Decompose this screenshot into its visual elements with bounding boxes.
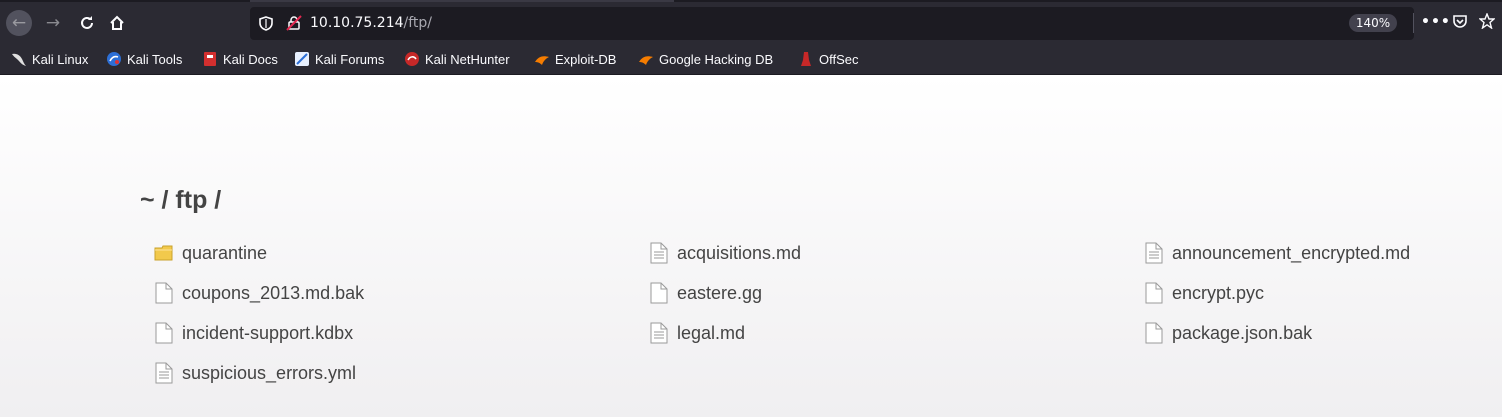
bookmarks-toolbar: Kali Linux Kali Tools Kali Docs Kali For… [0,44,1502,75]
file-link-announcement-encrypted[interactable]: announcement_encrypted.md [1144,241,1410,265]
forward-button[interactable]: → [40,10,66,36]
blank-file-icon [1145,322,1163,344]
url-path: /ftp/ [403,15,433,31]
file-link-suspicious-errors[interactable]: suspicious_errors.yml [154,361,356,385]
bookmark-kali-linux[interactable]: Kali Linux [11,50,88,68]
reload-icon [81,16,93,29]
page-title: ~ / ftp / [140,186,222,214]
arrow-right-icon: → [45,12,61,33]
file-link-quarantine[interactable]: quarantine [154,241,267,265]
page-content: ~ / ftp / quarantine coupons_2013.md.bak… [0,75,1502,417]
urlbar-separator [1413,13,1414,33]
active-tab[interactable] [250,0,674,2]
file-link-incident-support[interactable]: incident-support.kdbx [154,321,353,345]
file-link-acquisitions[interactable]: acquisitions.md [649,241,801,265]
kali-dragon-icon [12,53,26,66]
blank-file-icon [155,282,173,304]
ghdb-icon [639,56,653,65]
bookmark-kali-docs[interactable]: Kali Docs [202,50,278,68]
pocket-button[interactable] [1452,13,1468,34]
arrow-left-icon: ← [11,12,27,33]
bookmark-kali-nethunter[interactable]: Kali NetHunter [404,50,510,68]
blank-file-icon [650,282,668,304]
home-button[interactable] [104,10,130,36]
file-link-eastere-gg[interactable]: eastere.gg [649,281,762,305]
bookmark-offsec[interactable]: OffSec [798,50,859,68]
blank-file-icon [155,322,173,344]
page-actions-button[interactable]: ••• [1421,13,1451,31]
more-dots-icon: ••• [1421,14,1451,30]
file-link-package-json-bak[interactable]: package.json.bak [1144,321,1312,345]
bookmark-kali-tools[interactable]: Kali Tools [106,50,182,68]
tab-strip [0,0,1502,2]
bookmark-kali-forums[interactable]: Kali Forums [294,50,384,68]
insecure-lock-icon[interactable] [286,15,302,31]
home-icon [110,15,124,30]
file-link-legal[interactable]: legal.md [649,321,745,345]
file-listing: quarantine coupons_2013.md.bak incident-… [154,241,1454,401]
browser-toolbar: ← → 10.10.75.214/ftp/ 140% ••• [0,0,1502,44]
reload-button[interactable] [74,10,100,36]
text-file-icon [650,242,668,264]
file-link-encrypt-pyc[interactable]: encrypt.pyc [1144,281,1264,305]
tracking-shield-icon[interactable] [259,16,273,31]
pocket-icon [1453,15,1467,28]
exploit-db-icon [535,56,549,65]
folder-icon [154,245,173,261]
address-bar[interactable]: 10.10.75.214/ftp/ 140% [250,7,1414,40]
url-text[interactable]: 10.10.75.214/ftp/ [310,15,432,31]
kali-docs-icon [204,52,216,66]
bookmark-exploit-db[interactable]: Exploit-DB [534,50,616,68]
file-link-coupons[interactable]: coupons_2013.md.bak [154,281,364,305]
offsec-icon [801,52,811,66]
kali-forums-icon [295,52,309,66]
back-button[interactable]: ← [6,10,32,36]
text-file-icon [1145,242,1163,264]
blank-file-icon [1145,282,1163,304]
kali-nethunter-icon [405,52,419,66]
text-file-icon [155,362,173,384]
star-icon [1478,12,1496,30]
url-host: 10.10.75.214 [310,15,404,31]
kali-tools-icon [107,52,121,66]
bookmark-google-hacking-db[interactable]: Google Hacking DB [638,50,773,68]
zoom-reset-button[interactable]: 140% [1349,14,1397,32]
bookmark-star-button[interactable] [1478,12,1496,34]
text-file-icon [650,322,668,344]
